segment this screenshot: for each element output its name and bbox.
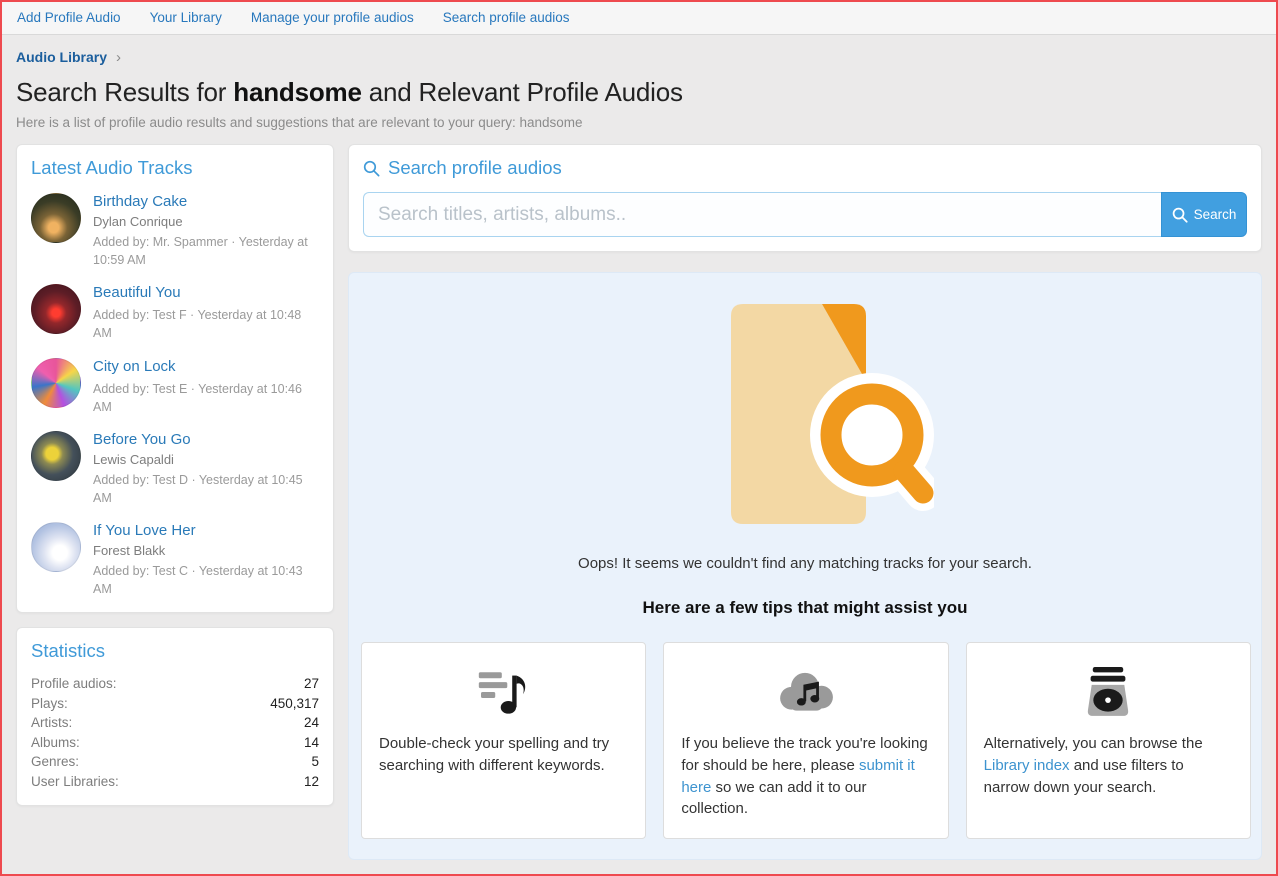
app-window: Add Profile Audio Your Library Manage yo… bbox=[0, 0, 1278, 876]
stat-value: 27 bbox=[304, 674, 319, 694]
tip-text-pre: Alternatively, you can browse the bbox=[984, 735, 1203, 752]
stat-label: Artists: bbox=[31, 713, 72, 733]
search-input[interactable] bbox=[363, 192, 1161, 237]
track-title-link[interactable]: Birthday Cake bbox=[93, 193, 187, 210]
nav-search-profile-audios[interactable]: Search profile audios bbox=[443, 10, 570, 25]
track-title-link[interactable]: Beautiful You bbox=[93, 284, 181, 301]
track-artwork[interactable] bbox=[31, 284, 81, 334]
track-artwork[interactable] bbox=[31, 522, 81, 572]
track-info: Beautiful You Added by: Test F · Yesterd… bbox=[93, 284, 319, 342]
search-card-title: Search profile audios bbox=[388, 157, 562, 179]
page-subtitle: Here is a list of profile audio results … bbox=[16, 115, 1262, 130]
track-artist: Dylan Conrique bbox=[93, 214, 319, 229]
track-artwork[interactable] bbox=[31, 193, 81, 243]
sidebar: Latest Audio Tracks Birthday Cake Dylan … bbox=[16, 144, 334, 860]
track-artwork[interactable] bbox=[31, 431, 81, 481]
search-card: Search profile audios Search bbox=[348, 144, 1262, 252]
search-icon bbox=[363, 160, 380, 177]
track-title-link[interactable]: City on Lock bbox=[93, 358, 176, 375]
nav-add-profile-audio[interactable]: Add Profile Audio bbox=[17, 10, 121, 25]
track-meta: Added by: Test F · Yesterday at 10:48 AM bbox=[93, 306, 319, 342]
document-search-illustration bbox=[676, 301, 934, 529]
track-row: If You Love Her Forest Blakk Added by: T… bbox=[31, 522, 319, 598]
track-row: Beautiful You Added by: Test F · Yesterd… bbox=[31, 284, 319, 342]
page-title: Search Results for handsome and Relevant… bbox=[16, 77, 1262, 108]
stat-row: Artists: 24 bbox=[31, 713, 319, 733]
stat-row: Profile audios: 27 bbox=[31, 674, 319, 694]
stat-label: Plays: bbox=[31, 694, 68, 714]
top-navigation: Add Profile Audio Your Library Manage yo… bbox=[2, 2, 1276, 35]
no-results-panel: Oops! It seems we couldn't find any matc… bbox=[348, 272, 1262, 860]
track-row: City on Lock Added by: Test E · Yesterda… bbox=[31, 358, 319, 416]
stat-value: 5 bbox=[311, 752, 319, 772]
statistics-card: Statistics Profile audios: 27 Plays: 450… bbox=[16, 627, 334, 806]
stat-value: 24 bbox=[304, 713, 319, 733]
track-artist: Forest Blakk bbox=[93, 543, 319, 558]
stat-label: Genres: bbox=[31, 752, 79, 772]
breadcrumb-audio-library[interactable]: Audio Library bbox=[16, 49, 107, 65]
main-content: Search profile audios Search bbox=[348, 144, 1262, 860]
search-input-group: Search bbox=[363, 192, 1247, 237]
track-artwork[interactable] bbox=[31, 358, 81, 408]
library-index-link[interactable]: Library index bbox=[984, 757, 1070, 774]
latest-tracks-title: Latest Audio Tracks bbox=[31, 157, 319, 179]
stat-value: 450,317 bbox=[270, 694, 319, 714]
footer-breadcrumb: Audio Library › bbox=[2, 869, 1276, 876]
latest-audio-tracks-card: Latest Audio Tracks Birthday Cake Dylan … bbox=[16, 144, 334, 613]
stat-value: 12 bbox=[304, 772, 319, 792]
nav-manage-profile-audios[interactable]: Manage your profile audios bbox=[251, 10, 414, 25]
chevron-right-icon: › bbox=[116, 50, 121, 65]
track-title-link[interactable]: Before You Go bbox=[93, 431, 191, 448]
tip-card-spelling: Double-check your spelling and try searc… bbox=[361, 642, 646, 839]
page-title-prefix: Search Results for bbox=[16, 77, 233, 107]
tip-text: If you believe the track you're looking … bbox=[681, 733, 930, 820]
cloud-music-icon bbox=[681, 661, 930, 723]
stat-value: 14 bbox=[304, 733, 319, 753]
track-meta: Added by: Test E · Yesterday at 10:46 AM bbox=[93, 380, 319, 416]
stat-label: Profile audios: bbox=[31, 674, 117, 694]
page-title-suffix: and Relevant Profile Audios bbox=[362, 77, 683, 107]
stat-row: Plays: 450,317 bbox=[31, 694, 319, 714]
track-meta: Added by: Mr. Spammer · Yesterday at 10:… bbox=[93, 233, 319, 269]
search-icon bbox=[1172, 207, 1188, 223]
track-info: If You Love Her Forest Blakk Added by: T… bbox=[93, 522, 319, 598]
track-title-link[interactable]: If You Love Her bbox=[93, 522, 196, 539]
tip-text: Alternatively, you can browse the Librar… bbox=[984, 733, 1233, 798]
breadcrumb: Audio Library › bbox=[16, 49, 1262, 65]
stat-label: Albums: bbox=[31, 733, 80, 753]
statistics-title: Statistics bbox=[31, 640, 319, 662]
track-meta: Added by: Test D · Yesterday at 10:45 AM bbox=[93, 471, 319, 507]
stat-row: Genres: 5 bbox=[31, 752, 319, 772]
track-artist: Lewis Capaldi bbox=[93, 452, 319, 467]
stat-row: User Libraries: 12 bbox=[31, 772, 319, 792]
page-title-query: handsome bbox=[233, 77, 361, 107]
no-results-message: Oops! It seems we couldn't find any matc… bbox=[361, 555, 1249, 572]
tip-card-submit: If you believe the track you're looking … bbox=[663, 642, 948, 839]
statistics-rows: Profile audios: 27 Plays: 450,317 Artist… bbox=[31, 674, 319, 791]
track-meta: Added by: Test C · Yesterday at 10:43 AM bbox=[93, 562, 319, 598]
playlist-music-icon bbox=[379, 661, 628, 723]
track-row: Before You Go Lewis Capaldi Added by: Te… bbox=[31, 431, 319, 507]
search-button-label: Search bbox=[1194, 207, 1237, 222]
stat-label: User Libraries: bbox=[31, 772, 119, 792]
track-info: Birthday Cake Dylan Conrique Added by: M… bbox=[93, 193, 319, 269]
track-row: Birthday Cake Dylan Conrique Added by: M… bbox=[31, 193, 319, 269]
record-box-icon bbox=[984, 661, 1233, 723]
stat-row: Albums: 14 bbox=[31, 733, 319, 753]
search-card-header: Search profile audios bbox=[363, 157, 1247, 179]
tips-heading: Here are a few tips that might assist yo… bbox=[361, 598, 1249, 618]
nav-your-library[interactable]: Your Library bbox=[150, 10, 222, 25]
track-info: City on Lock Added by: Test E · Yesterda… bbox=[93, 358, 319, 416]
search-button[interactable]: Search bbox=[1161, 192, 1247, 237]
tip-text-pre: Double-check your spelling and try searc… bbox=[379, 735, 609, 774]
track-list: Birthday Cake Dylan Conrique Added by: M… bbox=[31, 193, 319, 598]
tip-text: Double-check your spelling and try searc… bbox=[379, 733, 628, 777]
tip-card-browse: Alternatively, you can browse the Librar… bbox=[966, 642, 1251, 839]
tips-row: Double-check your spelling and try searc… bbox=[361, 642, 1251, 839]
track-info: Before You Go Lewis Capaldi Added by: Te… bbox=[93, 431, 319, 507]
